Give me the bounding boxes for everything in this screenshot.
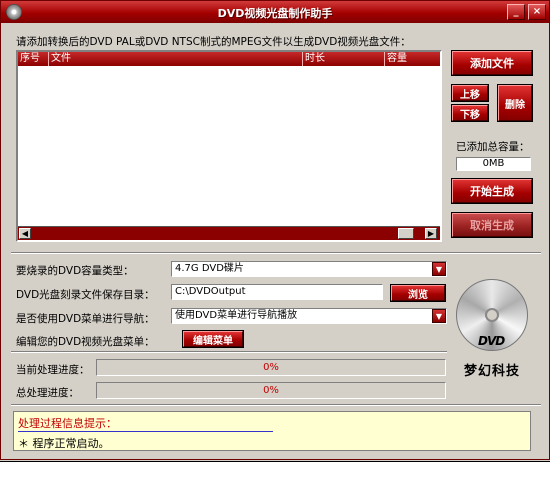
total-progress-label: 总处理进度： bbox=[16, 387, 79, 399]
save-dir-label: DVD光盘刻录文件保存目录： bbox=[16, 289, 155, 301]
dvd-logo: DVD bbox=[478, 334, 505, 348]
add-file-button[interactable]: 添加文件 bbox=[451, 50, 533, 76]
column-header-file[interactable]: 文件 bbox=[49, 52, 303, 66]
total-progress-text: 0% bbox=[263, 385, 279, 396]
move-up-button[interactable]: 上移 bbox=[451, 84, 489, 102]
chevron-down-icon[interactable]: ▼ bbox=[432, 309, 446, 323]
edit-menu-label: 编辑您的DVD视频光盘菜单： bbox=[16, 336, 155, 348]
scroll-thumb[interactable] bbox=[398, 228, 414, 239]
divider-top bbox=[11, 252, 541, 254]
divider-bottom bbox=[11, 404, 541, 406]
company-name: 梦幻科技 bbox=[464, 364, 521, 379]
column-header-index[interactable]: 序号 bbox=[18, 52, 49, 66]
disc-type-value: 4.7G DVD碟片 bbox=[175, 263, 244, 274]
title-bar[interactable]: DVD视频光盘制作助手 _ × bbox=[1, 1, 549, 23]
cancel-button[interactable]: 取消生成 bbox=[451, 212, 533, 238]
column-header-duration[interactable]: 时长 bbox=[303, 52, 385, 66]
horizontal-scrollbar[interactable]: ◀ ▶ bbox=[18, 226, 440, 240]
scroll-right-icon[interactable]: ▶ bbox=[425, 228, 437, 239]
current-progress-label: 当前处理进度： bbox=[16, 364, 90, 376]
menu-nav-select[interactable]: 使用DVD菜单进行导航播放 ▼ bbox=[171, 308, 447, 324]
total-progress-bar: 0% bbox=[96, 382, 446, 399]
scroll-left-icon[interactable]: ◀ bbox=[19, 228, 31, 239]
file-list-header: 序号 文件 时长 容量 bbox=[18, 52, 440, 66]
disc-type-label: 要烧录的DVD容量类型： bbox=[16, 265, 134, 277]
current-progress-text: 0% bbox=[263, 362, 279, 373]
log-title-underline bbox=[18, 431, 273, 432]
delete-button[interactable]: 删除 bbox=[497, 84, 533, 122]
log-title: 处理过程信息提示： bbox=[18, 417, 117, 430]
start-button[interactable]: 开始生成 bbox=[451, 178, 533, 204]
column-header-size[interactable]: 容量 bbox=[385, 52, 440, 66]
desktop-area-below bbox=[0, 461, 550, 487]
save-dir-input[interactable]: C:\DVDOutput bbox=[171, 284, 383, 300]
capacity-label: 已添加总容量： bbox=[456, 141, 530, 153]
browse-button[interactable]: 浏览 bbox=[390, 284, 446, 302]
disc-type-select[interactable]: 4.7G DVD碟片 ▼ bbox=[171, 261, 447, 277]
window-title: DVD视频光盘制作助手 bbox=[217, 7, 333, 20]
divider-middle bbox=[11, 351, 447, 353]
menu-nav-label: 是否使用DVD菜单进行导航： bbox=[16, 313, 155, 325]
close-button[interactable]: × bbox=[528, 4, 546, 20]
disc-hole bbox=[485, 308, 499, 322]
chevron-down-icon[interactable]: ▼ bbox=[432, 262, 446, 276]
file-list[interactable]: 序号 文件 时长 容量 ◀ ▶ bbox=[16, 50, 442, 242]
main-window: DVD视频光盘制作助手 _ × 请添加转换后的DVD PAL或DVD NTSC制… bbox=[0, 0, 550, 460]
log-message: ＊ 程序正常启动。 bbox=[18, 437, 110, 450]
log-panel: 处理过程信息提示： ＊ 程序正常启动。 bbox=[13, 411, 531, 451]
menu-nav-value: 使用DVD菜单进行导航播放 bbox=[175, 310, 298, 321]
current-progress-bar: 0% bbox=[96, 359, 446, 376]
minimize-button[interactable]: _ bbox=[507, 4, 525, 20]
edit-menu-button[interactable]: 编辑菜单 bbox=[182, 330, 244, 348]
move-down-button[interactable]: 下移 bbox=[451, 104, 489, 122]
capacity-value: 0MB bbox=[456, 157, 531, 171]
file-list-label: 请添加转换后的DVD PAL或DVD NTSC制式的MPEG文件以生成DVD视频… bbox=[16, 36, 411, 48]
